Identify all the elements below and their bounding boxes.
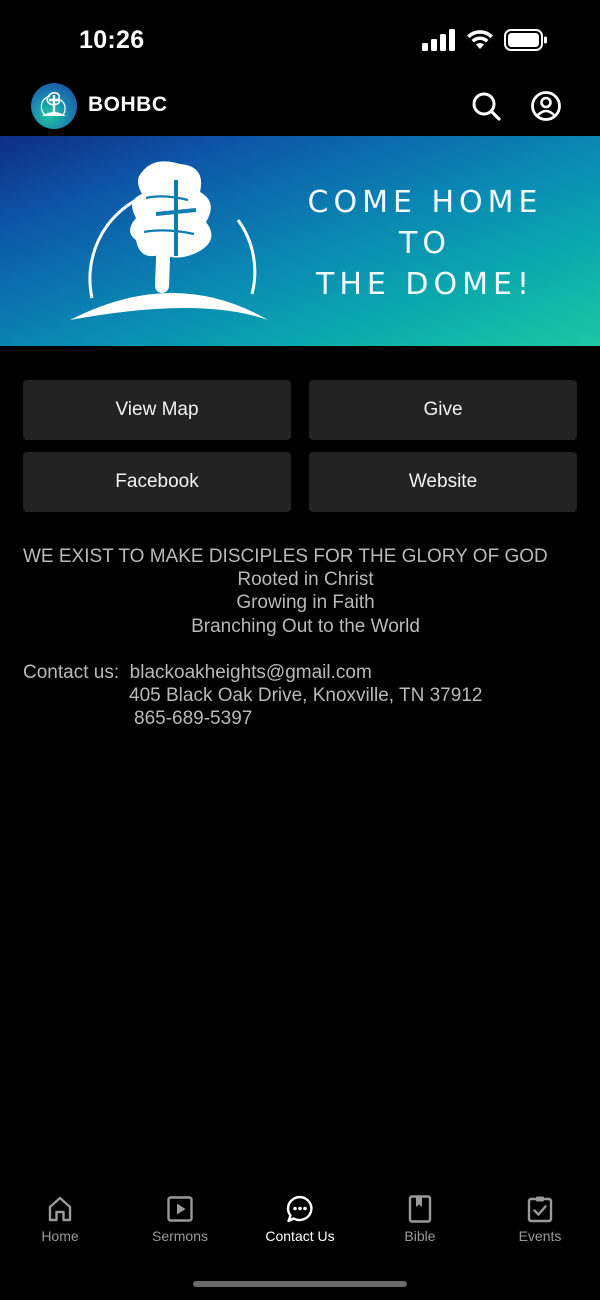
- signal-icon: [422, 29, 455, 51]
- app-title: BOHBC: [88, 93, 168, 116]
- mission-line: Branching Out to the World: [191, 615, 420, 637]
- church-logo: [31, 83, 77, 129]
- tab-label: Home: [41, 1228, 79, 1244]
- banner-line: THE DOME!: [316, 267, 534, 302]
- status-bar: 10:26: [0, 0, 600, 80]
- view-map-button[interactable]: View Map: [23, 380, 291, 440]
- banner-text: COME HOME TO THE DOME!: [290, 182, 560, 305]
- tab-bible[interactable]: Bible: [360, 1194, 480, 1244]
- profile-button[interactable]: [530, 90, 562, 122]
- website-button[interactable]: Website: [309, 452, 577, 512]
- banner-line: TO: [399, 226, 451, 261]
- search-button[interactable]: [470, 90, 502, 122]
- contact-info: Contact us: blackoakheights@gmail.com 40…: [23, 661, 482, 731]
- battery-icon: [504, 29, 547, 51]
- tab-label: Contact Us: [265, 1228, 335, 1244]
- tab-label: Bible: [404, 1228, 436, 1244]
- play-icon: [167, 1196, 193, 1222]
- tab-sermons[interactable]: Sermons: [120, 1194, 240, 1244]
- wifi-icon: [467, 30, 493, 49]
- home-indicator[interactable]: [193, 1281, 407, 1287]
- tree-cross-logo-icon: [70, 161, 268, 320]
- mission-text: WE EXIST TO MAKE DISCIPLES FOR THE GLORY…: [23, 546, 548, 567]
- tab-events[interactable]: Events: [480, 1194, 600, 1244]
- mission-line: Rooted in Christ: [237, 569, 374, 591]
- tab-contact-us[interactable]: Contact Us: [240, 1194, 360, 1244]
- search-icon: [472, 92, 501, 121]
- contact-phone[interactable]: 865-689-5397: [23, 707, 482, 730]
- tab-label: Events: [518, 1228, 562, 1244]
- facebook-button[interactable]: Facebook: [23, 452, 291, 512]
- book-icon: [408, 1195, 432, 1223]
- calendar-check-icon: [527, 1196, 553, 1223]
- status-time: 10:26: [79, 26, 145, 54]
- banner-line: COME HOME: [307, 185, 543, 220]
- chat-icon: [286, 1195, 313, 1223]
- contact-address: 405 Black Oak Drive, Knoxville, TN 37912: [129, 685, 483, 707]
- app-header: BOHBC: [0, 80, 600, 136]
- mission-line: Growing in Faith: [236, 592, 375, 614]
- status-icons: [422, 29, 548, 51]
- mission-statement: WE EXIST TO MAKE DISCIPLES FOR THE GLORY…: [23, 545, 583, 638]
- tab-home[interactable]: Home: [0, 1194, 120, 1244]
- hero-banner: COME HOME TO THE DOME!: [0, 136, 600, 346]
- give-button[interactable]: Give: [309, 380, 577, 440]
- tree-logo-icon: [40, 92, 66, 116]
- home-icon: [48, 1196, 72, 1222]
- contact-label: Contact us:: [23, 662, 120, 683]
- contact-email[interactable]: blackoakheights@gmail.com: [130, 662, 372, 683]
- tab-label: Sermons: [151, 1228, 209, 1244]
- account-icon: [531, 91, 561, 121]
